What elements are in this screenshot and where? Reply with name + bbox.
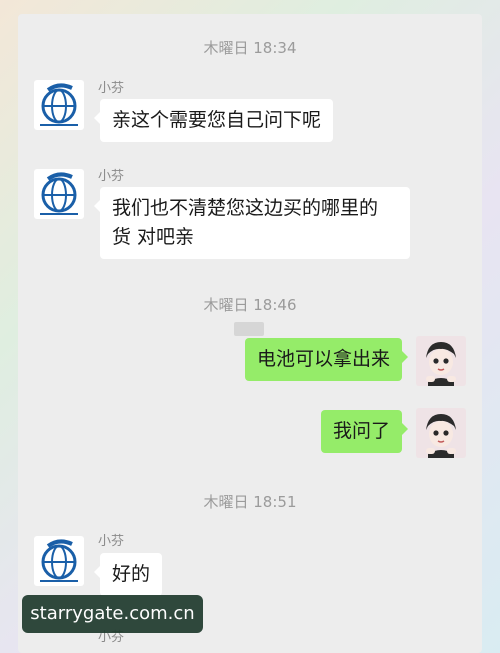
message-text: 我问了 (332, 420, 390, 442)
message-bubble[interactable]: 好的 (93, 553, 163, 596)
message-text-line: 货 对吧亲 (112, 226, 195, 248)
message-text: 亲这个需要您自己问下呢 (112, 109, 322, 131)
timestamp: 木曜日 18:51 (203, 493, 297, 511)
message-bubble-self[interactable]: 电池可以拿出来 (244, 338, 409, 381)
message-bubble[interactable]: 我们也不清楚您这边买的哪里的 货 对吧亲 (94, 187, 410, 259)
timestamp: 木曜日 18:34 (203, 39, 297, 57)
shop-logo-avatar[interactable] (34, 169, 84, 219)
timestamp: 木曜日 18:46 (203, 296, 297, 314)
message-text: 好的 (112, 563, 151, 585)
chat-window: 木曜日 18:34 小芬 亲这个需要您自己问下呢 小芬 我们也不清楚您这边买的哪… (18, 14, 482, 653)
shop-logo-avatar[interactable] (34, 536, 84, 586)
message-text-line: 我们也不清楚您这边买的哪里的 (112, 197, 379, 219)
sender-name: 小芬 (98, 169, 125, 184)
watermark-badge: starrygate.com.cn (22, 595, 203, 633)
partial-bubble (234, 322, 264, 336)
sender-name: 小芬 (98, 81, 125, 96)
message-text: 电池可以拿出来 (256, 348, 390, 370)
message-bubble[interactable]: 亲这个需要您自己问下呢 (93, 99, 334, 142)
shop-logo-avatar[interactable] (34, 80, 84, 130)
girl-avatar[interactable] (416, 408, 466, 458)
sender-name: 小芬 (98, 534, 125, 549)
message-bubble-self[interactable]: 我问了 (320, 410, 409, 453)
girl-avatar[interactable] (416, 336, 466, 386)
